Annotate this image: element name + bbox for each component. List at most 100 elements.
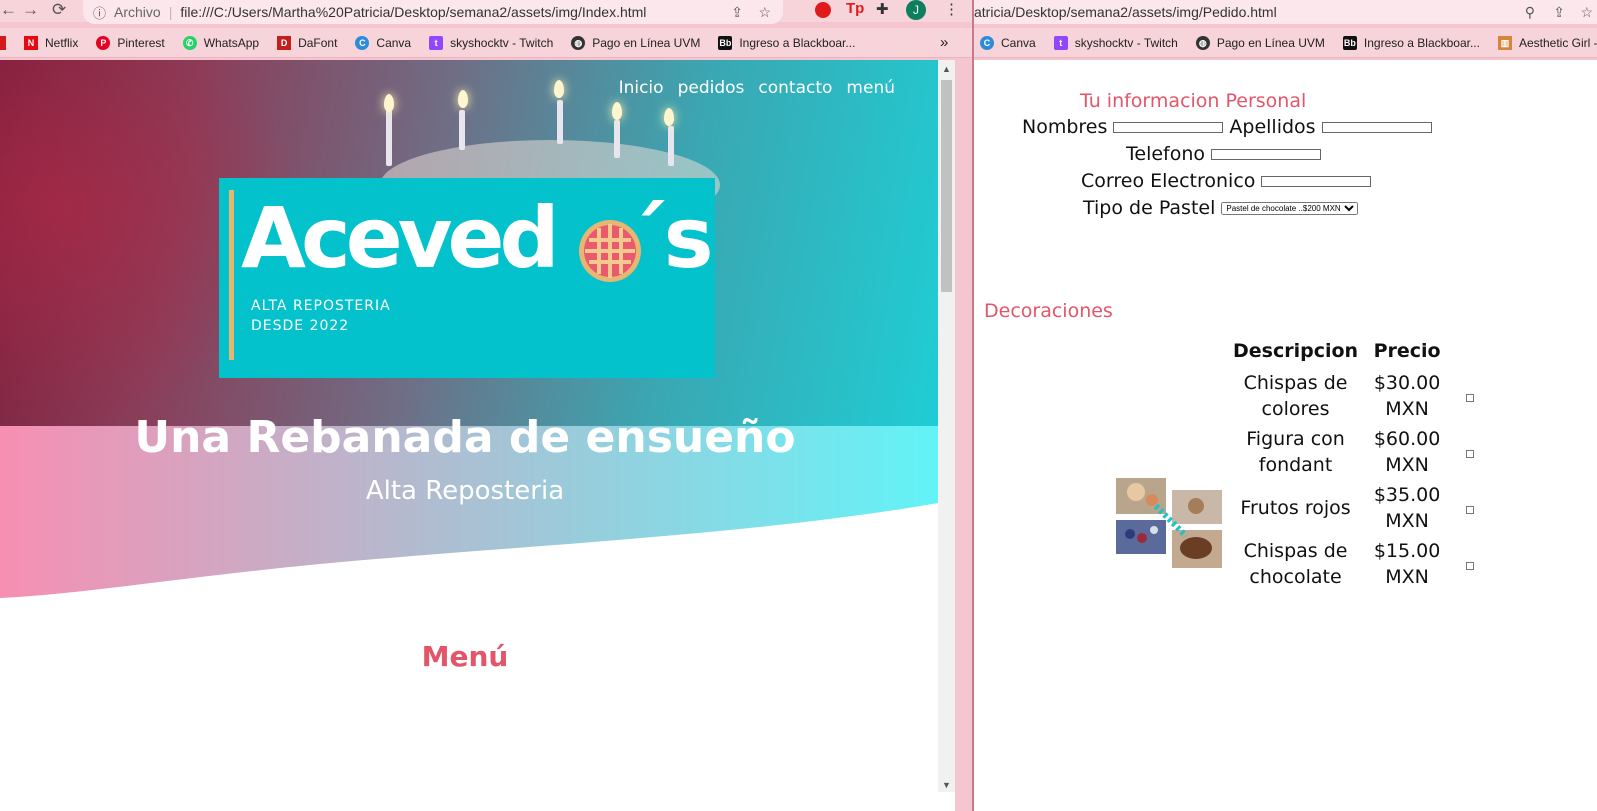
bookmark-blackboard[interactable]: Bb Ingreso a Blackboar... — [718, 35, 855, 50]
bookmark-twitch[interactable]: t skyshocktv - Twitch — [1053, 35, 1178, 50]
star-icon[interactable]: ☆ — [758, 4, 771, 21]
nombres-input[interactable] — [1113, 121, 1224, 133]
share-icon[interactable]: ⇪ — [731, 4, 743, 21]
item-desc: Chispas de colores — [1243, 372, 1348, 420]
name-row: Nombres Apellidos — [1022, 116, 1438, 138]
left-page-viewport: Inicio pedidos contacto menú Aceved ´s A… — [0, 60, 955, 811]
col-descripcion: Descripcion — [1233, 340, 1359, 362]
dafont-icon: D — [277, 35, 292, 50]
left-address-bar[interactable]: ⓘ Archivo | file:///C:/Users/Martha%20Pa… — [83, 0, 783, 24]
bookmarks-more-icon[interactable]: » — [940, 34, 948, 51]
right-url: atricia/Desktop/semana2/assets/img/Pedid… — [974, 4, 1277, 20]
blackboard-icon: Bb — [1342, 35, 1357, 50]
bookmark-dafont[interactable]: D DaFont — [277, 35, 337, 50]
col-precio: Precio — [1373, 340, 1441, 362]
share-icon[interactable]: ⇪ — [1553, 4, 1565, 21]
tp-extension-icon[interactable]: Tp — [846, 0, 864, 17]
table-row: Chispas de colores $30.00 MXN — [1227, 368, 1490, 424]
item-desc: Frutos rojos — [1240, 497, 1351, 519]
correo-label: Correo Electronico — [1081, 170, 1256, 192]
url-prefix: Archivo — [114, 4, 161, 20]
decorations-collage-image — [1116, 478, 1222, 568]
puzzle-extensions-icon[interactable]: ✚ — [876, 0, 889, 18]
decorations-table: Descripcion Precio Chispas de colores $3… — [1227, 340, 1490, 592]
hero-subtitle: Alta Reposteria — [365, 476, 565, 506]
scroll-down-icon[interactable]: ▼ — [942, 780, 951, 790]
item-checkbox[interactable] — [1466, 450, 1475, 458]
bookmark-canva[interactable]: C Canva — [355, 35, 411, 50]
canva-icon: C — [355, 35, 370, 50]
nav-pedidos[interactable]: pedidos — [678, 78, 745, 98]
scroll-up-icon[interactable]: ▲ — [942, 64, 951, 74]
item-price: $15.00 MXN — [1373, 540, 1441, 588]
brand-logo: Aceved ´s ALTA REPOSTERIA DESDE 2022 — [219, 178, 715, 378]
back-icon[interactable]: ← — [0, 0, 17, 20]
item-checkbox[interactable] — [1466, 506, 1475, 514]
netflix-icon: N — [24, 35, 38, 50]
telefono-label: Telefono — [1126, 143, 1206, 165]
table-row: Figura con fondant $60.00 MXN — [1227, 424, 1490, 480]
nav-menu[interactable]: menú — [846, 78, 895, 98]
nav-inicio[interactable]: Inicio — [619, 78, 664, 98]
item-price: $30.00 MXN — [1373, 372, 1441, 420]
site-nav: Inicio pedidos contacto menú — [619, 78, 895, 98]
decoraciones-title: Decoraciones — [984, 300, 1113, 322]
twitch-icon: t — [429, 35, 444, 50]
table-row: Frutos rojos $35.00 MXN — [1227, 480, 1490, 536]
table-header-row: Descripcion Precio — [1227, 340, 1490, 368]
bookmark-netflix[interactable]: N Netflix — [24, 35, 78, 50]
bookmark-whatsapp[interactable]: ✆ WhatsApp — [182, 35, 259, 50]
profile-avatar[interactable]: J — [906, 0, 926, 20]
blackboard-icon: Bb — [718, 35, 733, 50]
correo-input[interactable] — [1261, 175, 1372, 187]
left-scrollbar[interactable]: ▲ ▼ — [938, 60, 955, 792]
url-separator: | — [168, 4, 173, 20]
logo-word-left: Aceved — [241, 189, 560, 287]
nav-contacto[interactable]: contacto — [758, 78, 832, 98]
tipo-label: Tipo de Pastel — [1083, 197, 1216, 219]
whatsapp-icon: ✆ — [182, 35, 197, 50]
bookmark-aesthetic[interactable]: ▥ Aesthetic Girl - — [1497, 35, 1597, 50]
bookmark-uvm[interactable]: ◍ Pago en Línea UVM — [571, 35, 700, 50]
bookmark-uvm[interactable]: ◍ Pago en Línea UVM — [1195, 35, 1325, 50]
forward-icon[interactable]: → — [22, 0, 39, 20]
item-price: $35.00 MXN — [1373, 484, 1441, 532]
kebab-menu-icon[interactable]: ⋮ — [944, 0, 959, 18]
reload-icon[interactable]: ⟳ — [52, 0, 66, 20]
tipo-row: Tipo de Pastel Pastel de chocolate ..$20… — [1083, 197, 1359, 219]
opera-extension-icon[interactable] — [815, 2, 831, 18]
zoom-icon[interactable]: ⚲ — [1525, 4, 1535, 21]
left-url: file:///C:/Users/Martha%20Patricia/Deskt… — [180, 4, 647, 20]
logo-tagline-2: DESDE 2022 — [251, 318, 350, 334]
scroll-thumb[interactable] — [941, 80, 952, 292]
table-row: Chispas de chocolate $15.00 MXN — [1227, 536, 1490, 592]
telefono-input[interactable] — [1211, 148, 1322, 160]
menu-section-title: Menú — [421, 640, 509, 673]
pie-icon — [579, 220, 641, 282]
left-browser-window: ← → ⟳ ⓘ Archivo | file:///C:/Users/Marth… — [0, 0, 972, 811]
right-bookmarks-bar: C Canva t skyshocktv - Twitch ◍ Pago en Lín… — [974, 28, 1597, 58]
personal-info-title: Tu informacion Personal — [1080, 90, 1307, 112]
hero-banner: Inicio pedidos contacto menú Aceved ´s A… — [0, 60, 955, 426]
star-icon[interactable]: ☆ — [1580, 4, 1593, 21]
item-checkbox[interactable] — [1466, 394, 1475, 402]
right-browser-window: atricia/Desktop/semana2/assets/img/Pedid… — [972, 0, 1597, 811]
bookmark-blackboard[interactable]: Bb Ingreso a Blackboar... — [1342, 35, 1480, 50]
bookmark-pinterest[interactable]: P Pinterest — [96, 35, 165, 50]
tipo-pastel-select[interactable]: Pastel de chocolate ..$200 MXN — [1221, 201, 1359, 215]
bookmark-twitch[interactable]: t skyshocktv - Twitch — [429, 35, 553, 50]
bookmark-canva[interactable]: C Canva — [980, 35, 1036, 50]
nombres-label: Nombres — [1022, 116, 1108, 138]
twitch-icon: t — [1053, 35, 1068, 50]
apellidos-label: Apellidos — [1229, 116, 1316, 138]
correo-row: Correo Electronico — [1081, 170, 1377, 192]
item-checkbox[interactable] — [1466, 562, 1475, 570]
apellidos-input[interactable] — [1321, 121, 1432, 133]
left-bookmarks-bar: N Netflix P Pinterest ✆ WhatsApp D DaFont CC… — [0, 28, 972, 58]
item-price: $60.00 MXN — [1373, 428, 1441, 476]
bookmark-edge-icon — [0, 35, 6, 50]
item-desc: Figura con fondant — [1246, 428, 1345, 476]
right-address-bar[interactable]: atricia/Desktop/semana2/assets/img/Pedid… — [974, 0, 1597, 24]
pinterest-icon: P — [96, 35, 111, 50]
globe-icon: ◍ — [1195, 35, 1210, 50]
